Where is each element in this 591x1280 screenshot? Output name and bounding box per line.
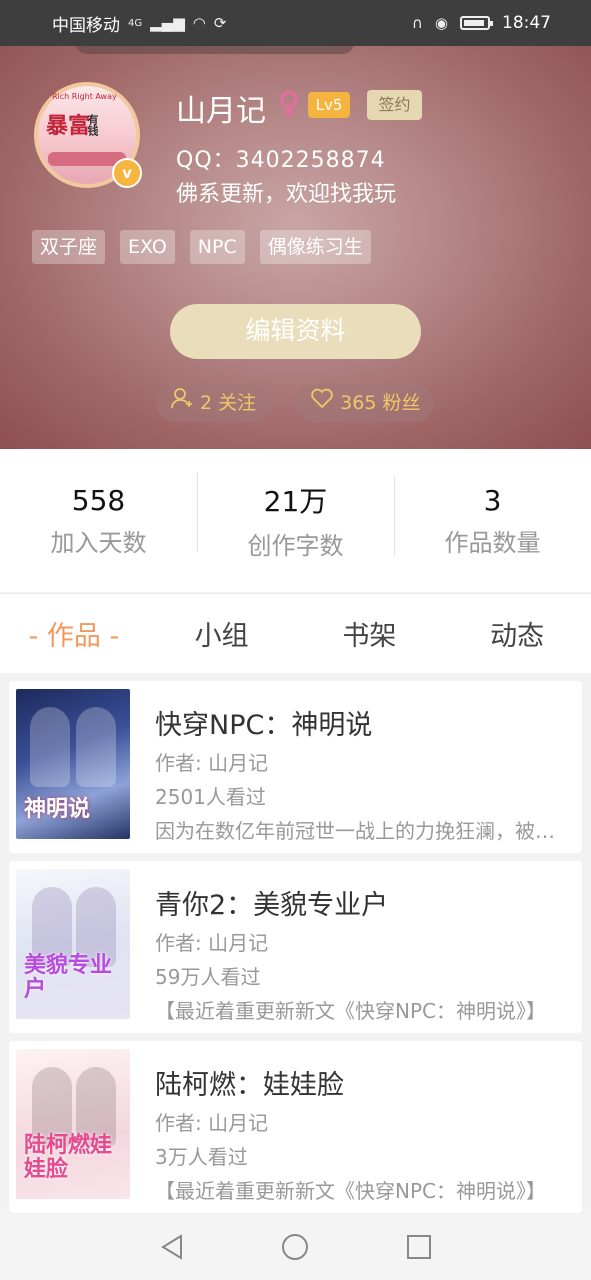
home-icon[interactable] — [275, 1227, 315, 1267]
work-description: 【最近着重更新新文《快穿NPC：神明说》】 — [155, 1179, 546, 1203]
work-views: 59万人看过 — [155, 965, 261, 989]
stat-label: 加入天数 — [50, 528, 147, 557]
work-views: 3万人看过 — [155, 1145, 248, 1169]
work-title: 快穿NPC：神明说 — [155, 710, 373, 741]
fans-button[interactable]: 365 粉丝 — [296, 384, 435, 422]
work-author: 作者: 山月记 — [155, 751, 269, 775]
system-nav-bar — [0, 1214, 591, 1280]
work-views: 2501人看过 — [155, 785, 266, 809]
edit-profile-button[interactable]: 编辑资料 — [170, 304, 421, 359]
cover-text: 陆柯燃娃娃脸 — [24, 1132, 113, 1182]
wifi-icon: ◠ — [192, 14, 206, 32]
list-item[interactable]: 美貌专业户 青你2：美貌专业户 作者: 山月记 59万人看过 【最近着重更新新文… — [9, 861, 582, 1033]
list-item[interactable]: 陆柯燃娃娃脸 陆柯燃：娃娃脸 作者: 山月记 3万人看过 【最近着重更新新文《快… — [9, 1041, 582, 1213]
signal-icon: ▂▄▆ — [150, 14, 185, 32]
qq-number: QQ：3402258874 — [176, 148, 386, 173]
tag[interactable]: EXO — [120, 230, 175, 264]
recent-apps-icon[interactable] — [399, 1227, 439, 1267]
profile-header: Rich Right Away 暴富 有钱 v 山月记 ♀ Lv5 签约 QQ：… — [0, 46, 591, 449]
eye-icon: ◉ — [434, 14, 448, 32]
stat-value: 558 — [71, 483, 126, 517]
female-icon: ♀ — [278, 86, 300, 121]
header-handle — [76, 46, 354, 54]
work-author: 作者: 山月记 — [155, 931, 269, 955]
work-author: 作者: 山月记 — [155, 1111, 269, 1135]
stat-join-days: 558 加入天数 — [0, 484, 197, 558]
heart-icon — [310, 384, 334, 422]
stat-label: 作品数量 — [444, 528, 541, 557]
stat-value: 21万 — [263, 485, 328, 518]
avatar-top-text: Rich Right Away — [52, 92, 117, 101]
work-description: 因为在数亿年前冠世一战上的力挽狂澜，被天道赐予永生不死的神明，在数亿年后成为了一… — [155, 819, 567, 843]
tab-works[interactable]: - 作品 - — [0, 614, 148, 653]
following-button[interactable]: 2 关注 — [156, 384, 271, 422]
tag[interactable]: 双子座 — [32, 230, 106, 264]
bio: 佛系更新，欢迎找我玩 — [176, 182, 397, 207]
username: 山月记 — [176, 94, 266, 129]
stat-label: 创作字数 — [247, 532, 344, 560]
stat-word-count: 21万 创作字数 — [197, 472, 394, 561]
tag[interactable]: NPC — [189, 230, 245, 264]
tab-bookshelf[interactable]: 书架 — [296, 614, 444, 653]
status-bar: 中国移动 4G ▂▄▆ ◠ ⟳ ∩ ◉ 18:47 — [0, 0, 591, 46]
list-item[interactable]: 神明说 快穿NPC：神明说 作者: 山月记 2501人看过 因为在数亿年前冠世一… — [9, 681, 582, 853]
work-title: 青你2：美貌专业户 — [155, 890, 389, 921]
battery-icon — [460, 16, 493, 30]
add-user-icon — [170, 384, 194, 422]
avatar-small-text: 有钱 — [86, 114, 99, 136]
tab-groups[interactable]: 小组 — [148, 614, 296, 653]
back-icon[interactable] — [152, 1227, 192, 1267]
tag-list: 双子座 EXO NPC 偶像练习生 — [32, 230, 371, 264]
clock: 18:47 — [502, 13, 551, 33]
carrier-label: 中国移动 — [52, 15, 120, 36]
follow-row: 2 关注 365 粉丝 — [156, 384, 435, 422]
headphones-icon: ∩ — [411, 14, 423, 32]
stats-row: 558 加入天数 21万 创作字数 3 作品数量 — [0, 449, 591, 592]
book-cover[interactable]: 美貌专业户 — [16, 869, 130, 1019]
stat-value: 3 — [483, 483, 502, 517]
avatar[interactable]: Rich Right Away 暴富 有钱 v — [34, 82, 142, 188]
work-title: 陆柯燃：娃娃脸 — [155, 1070, 344, 1101]
stat-works-count: 3 作品数量 — [394, 475, 591, 558]
tag[interactable]: 偶像练习生 — [259, 230, 371, 264]
tab-bar: - 作品 - 小组 书架 动态 — [0, 593, 591, 673]
cover-text: 美貌专业户 — [24, 952, 113, 1002]
works-list: 神明说 快穿NPC：神明说 作者: 山月记 2501人看过 因为在数亿年前冠世一… — [0, 673, 591, 1213]
sign-badge: 签约 — [367, 90, 422, 120]
network-label: 4G — [128, 17, 143, 29]
work-description: 【最近着重更新新文《快穿NPC：神明说》】 — [155, 999, 546, 1023]
book-cover[interactable]: 陆柯燃娃娃脸 — [16, 1049, 130, 1199]
verified-icon: v — [112, 158, 142, 188]
tab-activity[interactable]: 动态 — [443, 614, 591, 653]
following-label: 2 关注 — [200, 392, 257, 414]
sync-icon: ⟳ — [213, 14, 227, 32]
book-cover[interactable]: 神明说 — [16, 689, 130, 839]
level-badge: Lv5 — [308, 92, 350, 118]
fans-label: 365 粉丝 — [340, 392, 421, 414]
cover-text: 神明说 — [24, 796, 91, 822]
